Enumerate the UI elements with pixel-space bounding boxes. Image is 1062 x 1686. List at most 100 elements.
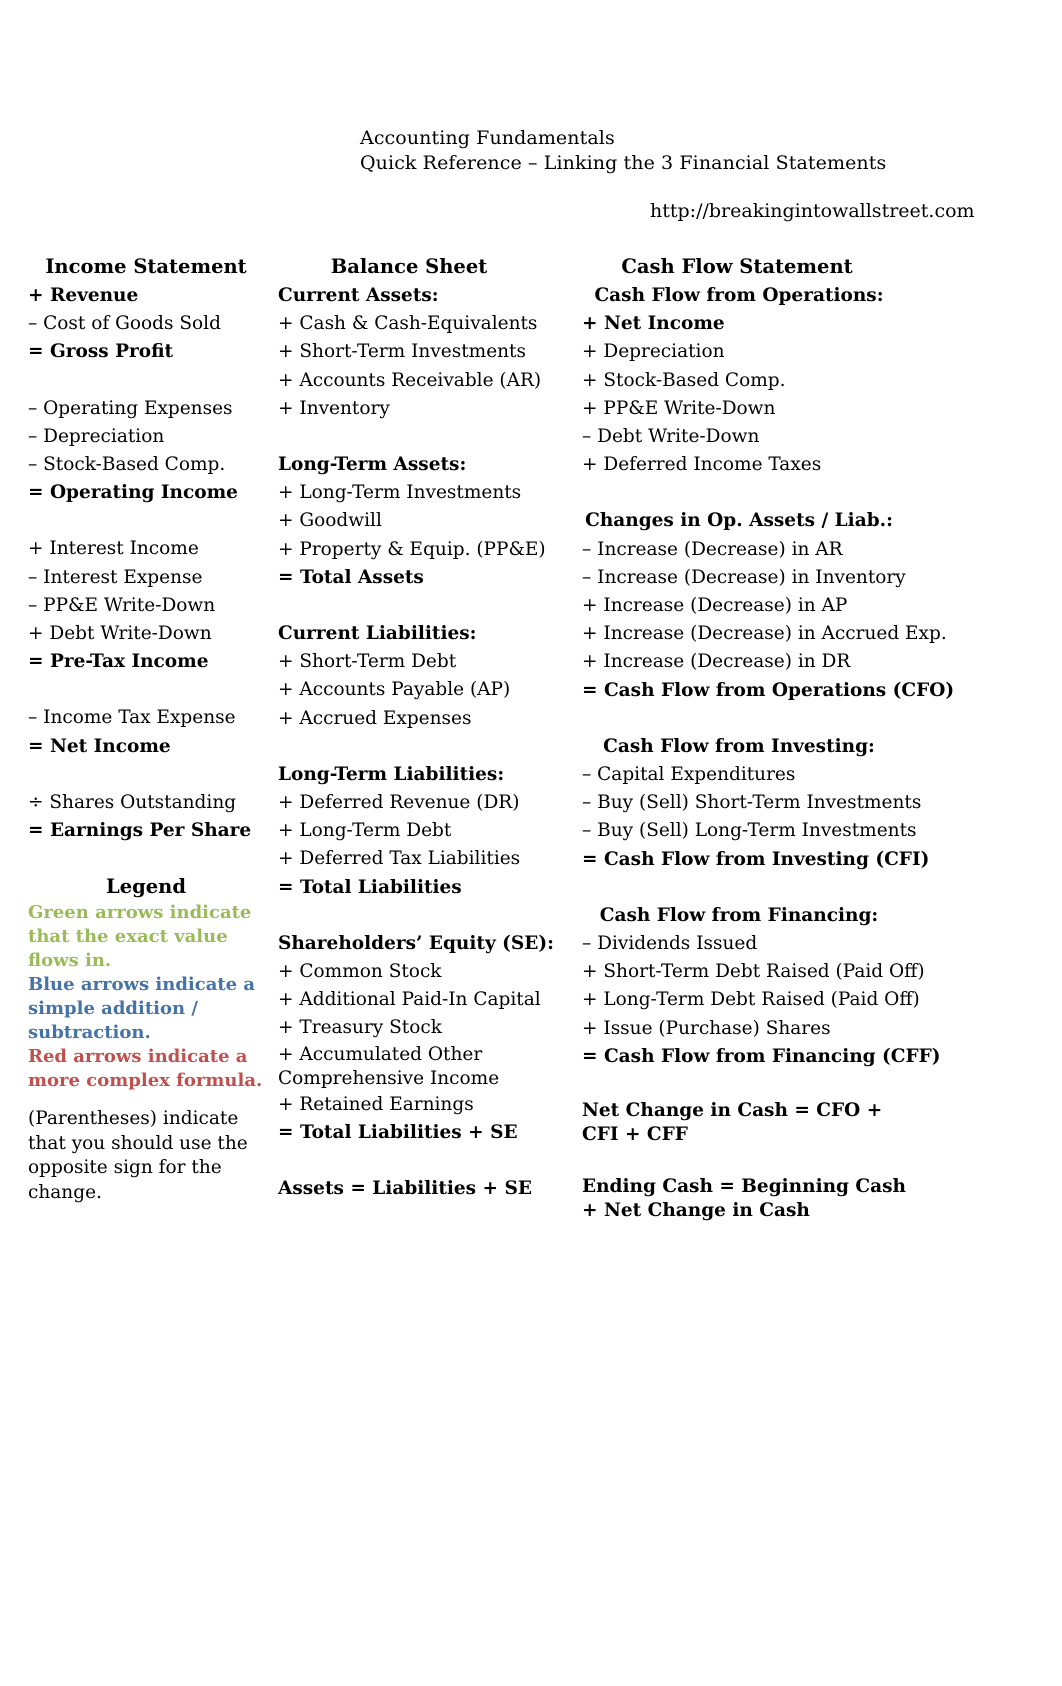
income-statement-line: + Revenue [28,285,139,306]
balance-sheet-spacer [278,592,568,620]
income-statement-line: – PP&E Write-Down [28,594,216,616]
income-statement-title: Income Statement [45,255,247,278]
balance-sheet-line: = Total Liabilities [278,876,462,898]
balance-sheet-line: + Inventory [278,397,390,419]
cash-flow-line: = Cash Flow from Operations (CFO) [582,679,955,701]
balance-sheet-spacer [278,1147,568,1175]
cash-flow-line: + Short-Term Debt Raised (Paid Off) [582,961,925,983]
income-statement-line: ÷ Shares Outstanding [28,791,237,813]
cash-flow-line: – Debt Write-Down [582,426,760,448]
balance-sheet-line: + Short-Term Debt [278,651,457,673]
cash-flow-spacer [582,479,982,507]
legend-gap [28,845,268,873]
income-statement-line: = Pre-Tax Income [28,651,209,673]
cash-flow-line: + Issue (Purchase) Shares [582,1017,831,1039]
balance-sheet-line: + Goodwill [278,510,382,532]
income-statement-spacer [28,676,268,704]
balance-sheet-spacer [278,902,568,930]
cash-flow-line: = Cash Flow from Investing (CFI) [582,848,930,870]
balance-sheet-line: = Total Liabilities + SE [278,1121,518,1143]
balance-sheet-line: + Deferred Revenue (DR) [278,792,520,814]
cash-flow-line: – Increase (Decrease) in Inventory [582,566,906,588]
cash-flow-statement-lines: Cash Flow from Operations: + Net Income + … [582,282,982,1223]
column-income-statement: Income Statement + Revenue – Cost of Good… [28,253,268,1205]
balance-sheet-line: Long-Term Liabilities: [278,763,505,785]
cash-flow-line: + Increase (Decrease) in Accrued Exp. [582,623,947,645]
income-statement-line: = Gross Profit [28,341,174,363]
balance-sheet-line: + Common Stock [278,961,442,983]
balance-sheet-line: + Deferred Tax Liabilities [278,848,521,870]
balance-sheet-title: Balance Sheet [330,255,488,278]
cash-flow-line: + Deferred Income Taxes [582,454,822,476]
document-title-line1: Accounting Fundamentals [360,127,615,149]
balance-sheet-line: Shareholders’ Equity (SE): [278,932,554,954]
document-page: Accounting Fundamentals Quick Reference … [0,0,1062,1686]
cash-flow-line: + Increase (Decrease) in DR [582,651,851,673]
column-balance-sheet: Balance Sheet Current Assets: + Cash & Ca… [278,253,568,1203]
cash-flow-line: + Increase (Decrease) in AP [582,595,848,617]
cash-flow-line: + PP&E Write-Down [582,397,776,419]
balance-sheet-spacer [278,423,568,451]
income-statement-line: – Interest Expense [28,566,203,588]
cash-flow-spacer [582,705,982,733]
balance-sheet-spacer [278,733,568,761]
balance-sheet-line: + Treasury Stock [278,1017,442,1039]
balance-sheet-line: + Long-Term Investments [278,482,522,504]
income-statement-line: – Depreciation [28,425,165,447]
cash-flow-section-heading: Changes in Op. Assets / Liab.: [585,510,893,532]
balance-sheet-line: + Retained Earnings [278,1093,474,1115]
cash-flow-spacer [582,1147,982,1175]
income-statement-spacer [28,761,268,789]
legend-item-green: Green arrows indicate that the exact val… [28,902,252,972]
income-statement-line: = Operating Income [28,482,238,504]
parentheses-note: (Parentheses) indicate that you should u… [28,1108,248,1203]
income-statement-line: = Earnings Per Share [28,820,252,842]
income-statement-lines: + Revenue – Cost of Goods Sold = Gross Pro… [28,282,268,845]
income-statement-line: + Interest Income [28,538,199,560]
income-statement-line: = Net Income [28,735,171,757]
column-cash-flow-statement: Cash Flow Statement Cash Flow from Opera… [582,253,982,1223]
cash-flow-section-heading: Cash Flow from Financing: [599,904,879,926]
document-title-line2: Quick Reference – Linking the 3 Financia… [360,152,887,174]
balance-sheet-line: Assets = Liabilities + SE [278,1178,532,1200]
legend-item-blue: Blue arrows indicate a simple addition /… [28,974,256,1044]
balance-sheet-line: + Accumulated Other Comprehensive Income [278,1043,500,1089]
cash-flow-line: – Buy (Sell) Long-Term Investments [582,820,917,842]
cash-flow-line: – Capital Expenditures [582,764,796,786]
cash-flow-line: + Net Income [582,313,725,335]
balance-sheet-line: Long-Term Assets: [278,454,467,476]
balance-sheet-line: Current Assets: [278,285,439,306]
balance-sheet-line: + Accounts Payable (AP) [278,679,511,701]
cash-flow-line: – Dividends Issued [582,933,758,955]
income-statement-line: – Cost of Goods Sold [28,313,221,335]
income-statement-line: – Stock-Based Comp. [28,454,226,476]
income-statement-line: – Operating Expenses [28,397,233,419]
balance-sheet-line: + Long-Term Debt [278,820,452,842]
document-header: Accounting Fundamentals Quick Reference … [0,126,1062,176]
cash-flow-line: = Cash Flow from Financing (CFF) [582,1045,941,1067]
cash-flow-spacer [582,874,982,902]
cash-flow-line: + Depreciation [582,341,725,363]
balance-sheet-lines: Current Assets: + Cash & Cash-Equivalents… [278,282,568,1203]
income-statement-line: + Debt Write-Down [28,623,212,645]
legend-item-red: Red arrows indicate a more complex formu… [28,1046,263,1092]
balance-sheet-line: + Accrued Expenses [278,707,472,729]
source-url: http://breakingintowallstreet.com [650,200,975,222]
income-statement-spacer [28,367,268,395]
income-statement-spacer [28,507,268,535]
balance-sheet-line: + Cash & Cash-Equivalents [278,313,538,335]
income-statement-line: – Income Tax Expense [28,707,236,729]
cash-flow-statement-title: Cash Flow Statement [621,255,853,278]
cash-flow-line: + Long-Term Debt Raised (Paid Off) [582,989,920,1011]
cash-flow-section-heading: Cash Flow from Investing: [603,735,875,757]
balance-sheet-line: Current Liabilities: [278,623,477,645]
cash-flow-spacer [582,1071,982,1099]
balance-sheet-line: = Total Assets [278,566,424,588]
balance-sheet-line: + Short-Term Investments [278,341,526,363]
legend-items: Green arrows indicate that the exact val… [28,901,268,1093]
cash-flow-footer-formula: Ending Cash = Beginning Cash + Net Chang… [582,1176,907,1222]
cash-flow-line: + Stock-Based Comp. [582,369,786,391]
cash-flow-line: – Increase (Decrease) in AR [582,538,843,560]
cash-flow-line: – Buy (Sell) Short-Term Investments [582,792,922,814]
legend-title: Legend [106,875,186,899]
